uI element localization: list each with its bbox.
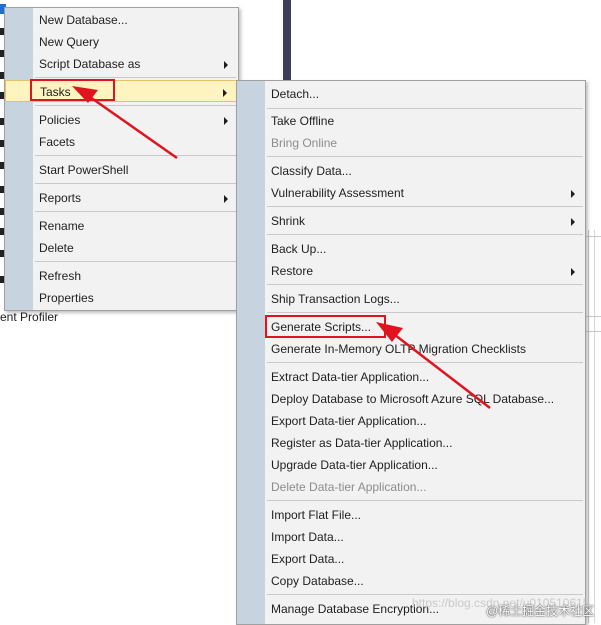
annotation-arrow-line xyxy=(89,95,178,160)
annotation-arrows xyxy=(72,86,491,409)
annotation-arrow-line xyxy=(394,334,491,409)
watermark-site: @稀土掘金技术社区 xyxy=(486,604,595,618)
